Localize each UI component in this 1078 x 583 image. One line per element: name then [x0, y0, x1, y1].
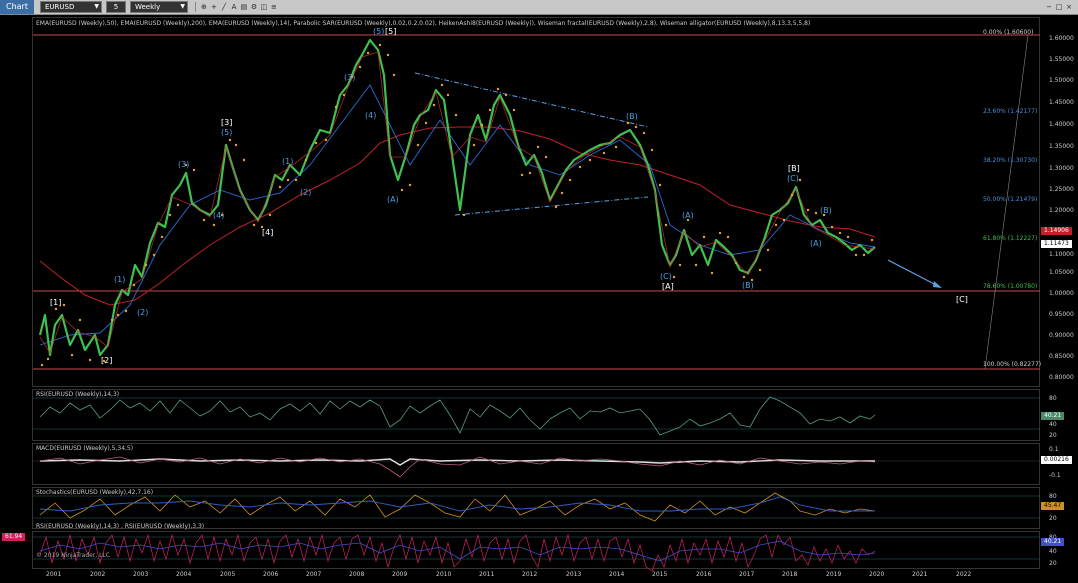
year-tick: 2018: [782, 571, 798, 578]
year-tick: 2001: [46, 571, 62, 578]
chevron-down-icon: ▼: [94, 3, 99, 10]
year-tick: 2020: [869, 571, 885, 578]
year-tick: 2015: [652, 571, 668, 578]
period-selector[interactable]: Weekly ▼: [129, 1, 188, 13]
properties-icon[interactable]: ⚙: [250, 3, 258, 11]
year-tick: 2011: [479, 571, 495, 578]
year-tick: 2003: [133, 571, 149, 578]
year-tick: 2022: [956, 571, 972, 578]
year-tick: 2014: [609, 571, 625, 578]
year-tick: 2012: [522, 571, 538, 578]
year-tick: 2007: [306, 571, 322, 578]
rsi2-left-tag: 61.94: [2, 533, 26, 541]
crosshair-icon[interactable]: +: [210, 3, 218, 11]
year-tick: 2002: [90, 571, 106, 578]
year-tick: 2004: [176, 571, 192, 578]
copyright-notice: © 2019 NinjaTrader, LLC: [36, 552, 110, 559]
split-icon[interactable]: ◫: [260, 3, 268, 11]
year-tick: 2019: [826, 571, 842, 578]
year-tick: 2005: [220, 571, 236, 578]
year-tick: 2006: [263, 571, 279, 578]
symbol-selector[interactable]: EURUSD ▼: [39, 1, 102, 13]
symbol-value: EURUSD: [44, 3, 75, 11]
year-tick: 2013: [566, 571, 582, 578]
rsi2-value-tag: 40.21: [1041, 538, 1065, 546]
rsi2-svg: [33, 533, 1040, 572]
close-icon[interactable]: ×: [1065, 3, 1073, 11]
maximize-icon[interactable]: □: [1055, 3, 1063, 11]
interval-field[interactable]: 5: [105, 1, 126, 13]
year-tick: 2009: [392, 571, 408, 578]
year-tick: 2016: [696, 571, 712, 578]
chevron-down-icon: ▼: [180, 3, 185, 10]
chart-tab-title[interactable]: Chart: [0, 0, 34, 14]
year-tick: 2010: [436, 571, 452, 578]
draw-icon[interactable]: ╱: [220, 3, 228, 11]
rsi2-tick: 40: [1049, 548, 1057, 555]
zoom-icon[interactable]: ⊕: [200, 3, 208, 11]
interval-value: 5: [113, 3, 119, 11]
year-tick: 2008: [349, 571, 365, 578]
chart-area[interactable]: EMA(EURUSD (Weekly),50), EMA(EURUSD (Wee…: [0, 15, 1078, 583]
text-icon[interactable]: A: [230, 3, 238, 11]
year-tick: 2021: [912, 571, 928, 578]
toolbar-divider: [194, 2, 196, 12]
template-icon[interactable]: ▤: [240, 3, 248, 11]
period-value: Weekly: [134, 3, 161, 11]
more-icon[interactable]: ≡: [270, 3, 278, 11]
chart-toolbar: Chart EURUSD ▼ 5 Weekly ▼ ⊕ + ╱ A ▤ ⚙ ◫ ≡ …: [0, 0, 1078, 15]
minimize-icon[interactable]: −: [1045, 3, 1053, 11]
rsi2-tick: 20: [1049, 560, 1057, 567]
year-tick: 2017: [739, 571, 755, 578]
